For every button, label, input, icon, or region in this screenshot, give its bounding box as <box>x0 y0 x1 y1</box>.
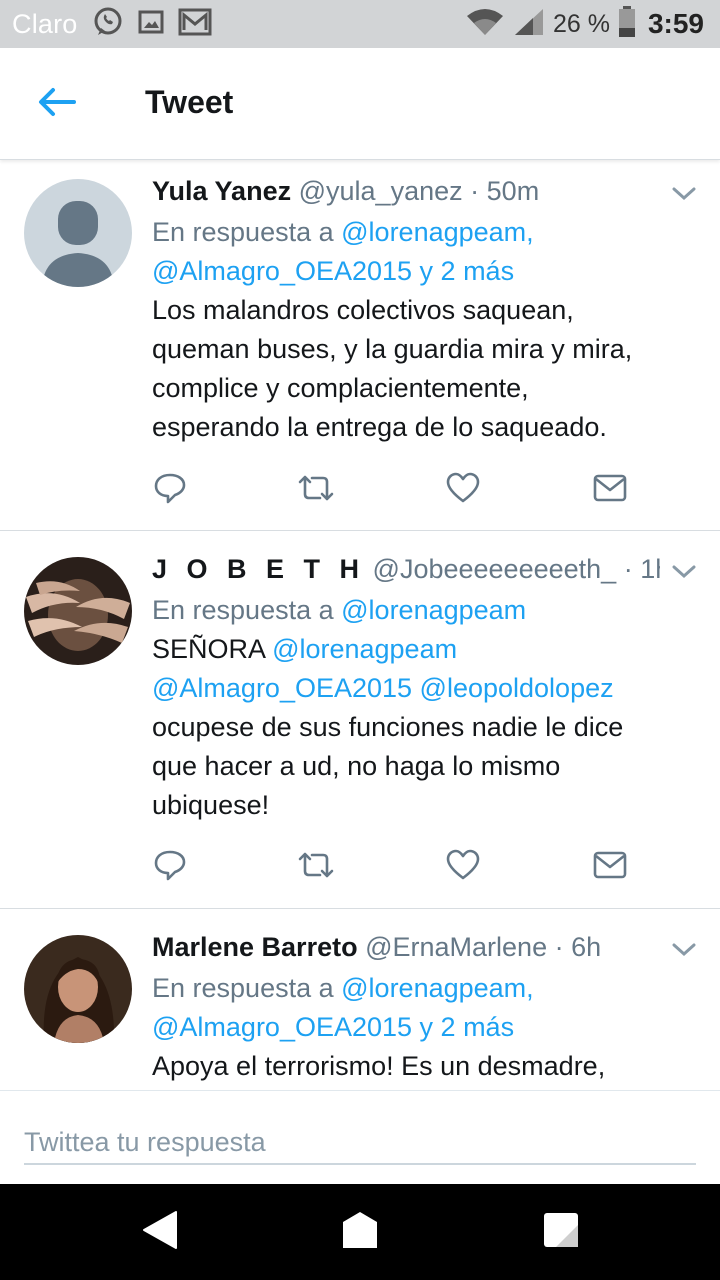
retweet-button[interactable] <box>296 847 336 887</box>
tweet-card[interactable]: Yula Yanez @yula_yanez · 50m En respuest… <box>0 162 720 531</box>
home-icon <box>341 1210 379 1255</box>
tweet-card[interactable]: J O B E T H @Jobeeeeeeeeeth_ · 1h En res… <box>0 531 720 909</box>
app-header: Tweet <box>0 48 720 160</box>
chevron-down-icon <box>672 187 696 206</box>
tweet-meta: J O B E T H @Jobeeeeeeeeeth_ · 1h <box>152 551 660 587</box>
envelope-icon <box>593 851 627 884</box>
reply-context: En respuesta a @lorenagpeam, @Almagro_OE… <box>152 969 660 1047</box>
author-handle[interactable]: @yula_yanez <box>299 176 463 206</box>
triangle-back-icon <box>142 1210 178 1255</box>
arrow-left-icon <box>36 86 76 123</box>
tweet-menu-button[interactable] <box>668 936 700 968</box>
replies-feed[interactable]: Yula Yanez @yula_yanez · 50m En respuest… <box>0 162 720 1090</box>
direct-message-button[interactable] <box>590 847 630 887</box>
direct-message-button[interactable] <box>590 470 630 510</box>
avatar[interactable] <box>24 557 132 665</box>
signal-icon <box>513 7 545 42</box>
chevron-down-icon <box>672 943 696 962</box>
battery-icon <box>618 5 636 43</box>
reply-button[interactable] <box>150 847 190 887</box>
retweet-icon <box>296 849 336 886</box>
gmail-icon <box>178 8 212 41</box>
reply-button[interactable] <box>150 470 190 510</box>
status-bar: Claro 26 % 3:59 <box>0 0 720 48</box>
tweet-time: 6h <box>571 932 602 962</box>
reply-input[interactable] <box>24 1121 696 1165</box>
tweet-card[interactable]: Marlene Barreto @ErnaMarlene · 6h En res… <box>0 909 720 1090</box>
square-recents-icon <box>542 1211 580 1254</box>
tweet-time: 1h <box>640 554 660 584</box>
heart-icon <box>446 849 480 886</box>
reply-prefix: En respuesta a <box>152 973 334 1003</box>
carrier-label: Claro <box>12 8 78 39</box>
tweet-menu-button[interactable] <box>668 558 700 590</box>
author-handle[interactable]: @ErnaMarlene <box>365 932 547 962</box>
tweet-text: Apoya el terrorismo! Es un desmadre, <box>152 1051 606 1081</box>
heart-icon <box>446 472 480 509</box>
tweet-meta: Marlene Barreto @ErnaMarlene · 6h <box>152 929 660 965</box>
like-button[interactable] <box>443 847 483 887</box>
avatar[interactable] <box>24 935 132 1043</box>
tweet-actions <box>152 847 652 887</box>
gallery-icon <box>138 9 164 40</box>
author-name[interactable]: Marlene Barreto <box>152 932 358 962</box>
reply-prefix: En respuesta a <box>152 595 334 625</box>
whatsapp-icon <box>92 6 124 43</box>
wifi-icon <box>465 7 505 42</box>
tweet-menu-button[interactable] <box>668 180 700 212</box>
author-name[interactable]: J O B E T H <box>152 554 365 584</box>
separator-dot: · <box>554 932 564 962</box>
reply-mentions[interactable]: @lorenagpeam <box>341 595 526 625</box>
system-nav-bar <box>0 1184 720 1280</box>
retweet-icon <box>296 472 336 509</box>
separator-dot: · <box>470 176 480 206</box>
nav-recents-button[interactable] <box>541 1212 581 1252</box>
battery-percent: 26 % <box>552 9 610 38</box>
reply-icon <box>153 848 187 887</box>
nav-back-button[interactable] <box>140 1210 180 1255</box>
reply-icon <box>153 471 187 510</box>
chevron-down-icon <box>672 565 696 584</box>
reply-composer <box>0 1090 720 1184</box>
retweet-button[interactable] <box>296 470 336 510</box>
reply-context: En respuesta a @lorenagpeam, @Almagro_OE… <box>152 213 660 291</box>
back-button[interactable] <box>32 84 80 124</box>
author-handle[interactable]: @Jobeeeeeeeeeth_ <box>373 554 617 584</box>
separator-dot: · <box>623 554 633 584</box>
tweet-text: SEÑORA @lorenagpeam @Almagro_OEA2015 @le… <box>152 630 660 825</box>
author-name[interactable]: Yula Yanez <box>152 176 291 206</box>
tweet-meta: Yula Yanez @yula_yanez · 50m <box>152 173 660 209</box>
nav-home-button[interactable] <box>340 1210 380 1255</box>
page-title: Tweet <box>145 84 234 120</box>
like-button[interactable] <box>443 470 483 510</box>
app-screen: Claro 26 % 3:59 Tweet Yula Yanez @yula_y… <box>0 0 720 1280</box>
tweet-text-body: ocupese de sus funciones nadie le dice q… <box>152 712 624 820</box>
tweet-text-prefix: SEÑORA <box>152 634 265 664</box>
reply-prefix: En respuesta a <box>152 217 334 247</box>
avatar[interactable] <box>24 179 132 287</box>
clock: 3:59 <box>647 8 704 39</box>
tweet-text: Los malandros colectivos saquean, queman… <box>152 295 633 442</box>
tweet-actions <box>152 470 652 510</box>
reply-context: En respuesta a @lorenagpeam <box>152 591 660 630</box>
tweet-time: 50m <box>486 176 540 206</box>
envelope-icon <box>593 474 627 507</box>
